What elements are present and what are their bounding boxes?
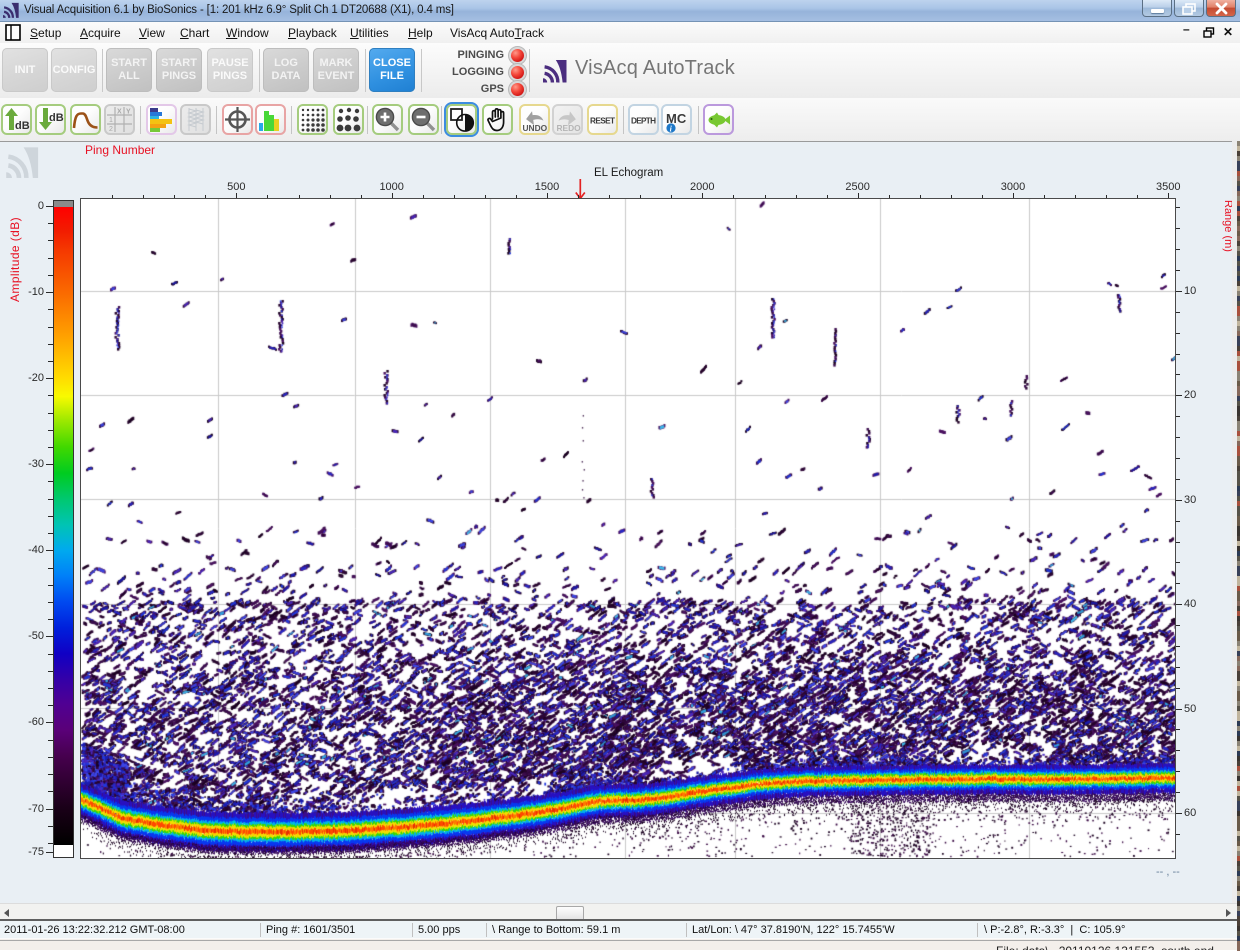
svg-text:UNDO: UNDO: [523, 123, 548, 133]
svg-text:REDO: REDO: [557, 123, 582, 133]
svg-text:1: 1: [109, 117, 113, 124]
svg-text:Y: Y: [126, 109, 131, 116]
svg-text:DEPTH: DEPTH: [631, 117, 656, 126]
svg-text:dB: dB: [49, 112, 64, 124]
svg-text:RESET: RESET: [590, 117, 615, 126]
svg-text:dB: dB: [15, 120, 30, 132]
svg-text:X: X: [117, 109, 122, 116]
svg-text:2: 2: [109, 126, 113, 133]
